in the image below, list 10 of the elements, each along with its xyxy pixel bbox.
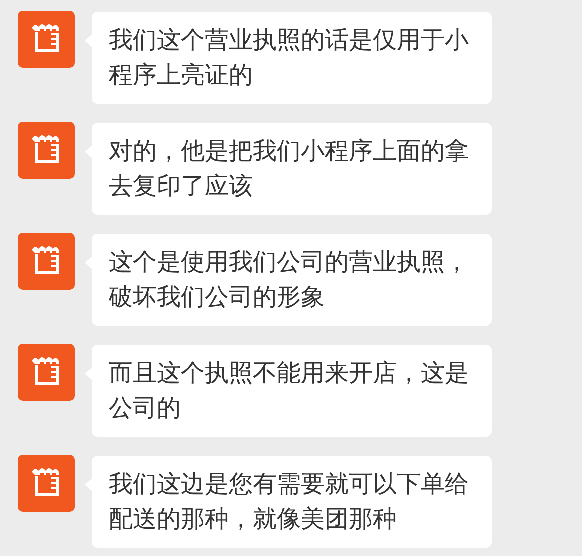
message-bubble: 这个是使用我们公司的营业执照，破坏我们公司的形象: [92, 234, 492, 326]
avatar-icon: [18, 122, 75, 179]
message-bubble: 对的，他是把我们小程序上面的拿去复印了应该: [92, 123, 492, 215]
message-bubble: 我们这个营业执照的话是仅用于小程序上亮证的: [92, 12, 492, 104]
message-bubble: 而且这个执照不能用来开店，这是公司的: [92, 345, 492, 437]
avatar-icon: [18, 344, 75, 401]
avatar-icon: [18, 455, 75, 512]
avatar-icon: [18, 233, 75, 290]
avatar-icon: [18, 11, 75, 68]
message-bubble: 我们这边是您有需要就可以下单给配送的那种，就像美团那种: [92, 456, 492, 548]
